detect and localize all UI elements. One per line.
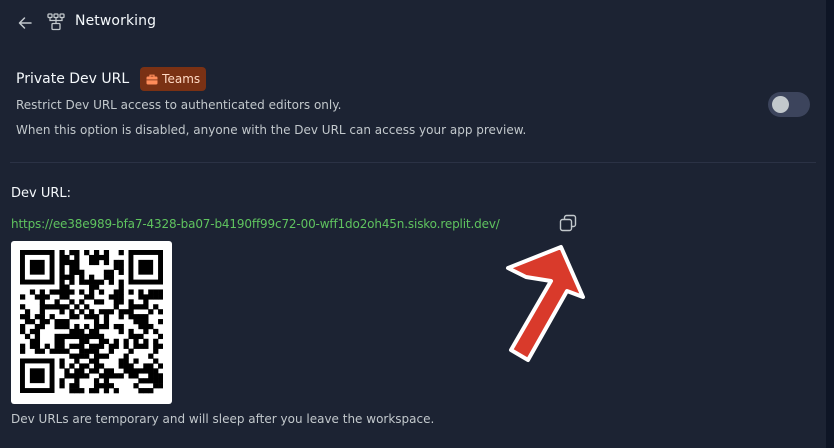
dev-url-link[interactable]: https://ee38e989-bfa7-4328-ba07-b4190ff9… — [11, 217, 500, 231]
section-divider — [10, 162, 816, 163]
teams-badge: Teams — [140, 67, 207, 91]
copy-url-button[interactable] — [558, 213, 578, 233]
copy-icon — [559, 214, 577, 232]
back-button[interactable] — [14, 12, 36, 34]
briefcase-icon — [146, 74, 158, 84]
scrollbar-track[interactable] — [826, 0, 834, 448]
private-dev-url-title: Private Dev URL — [16, 71, 130, 87]
private-dev-url-description: Restrict Dev URL access to authenticated… — [16, 98, 342, 112]
red-arrow-icon — [506, 245, 585, 362]
networking-panel: Networking Private Dev URL Teams Restric… — [0, 0, 826, 448]
teams-badge-label: Teams — [162, 72, 201, 86]
dev-url-footnote: Dev URLs are temporary and will sleep af… — [11, 412, 435, 426]
qr-code — [20, 250, 163, 394]
page-title: Networking — [75, 13, 157, 29]
dev-url-label: Dev URL: — [11, 186, 72, 201]
private-dev-url-toggle[interactable] — [768, 92, 810, 117]
panel-header: Networking — [0, 0, 826, 46]
private-dev-url-title-row: Private Dev URL Teams — [16, 67, 207, 91]
network-icon — [47, 13, 65, 31]
arrow-left-icon — [18, 17, 32, 29]
dev-url-qr-code — [11, 241, 172, 404]
private-dev-url-note: When this option is disabled, anyone wit… — [16, 123, 527, 137]
toggle-knob — [772, 96, 789, 113]
